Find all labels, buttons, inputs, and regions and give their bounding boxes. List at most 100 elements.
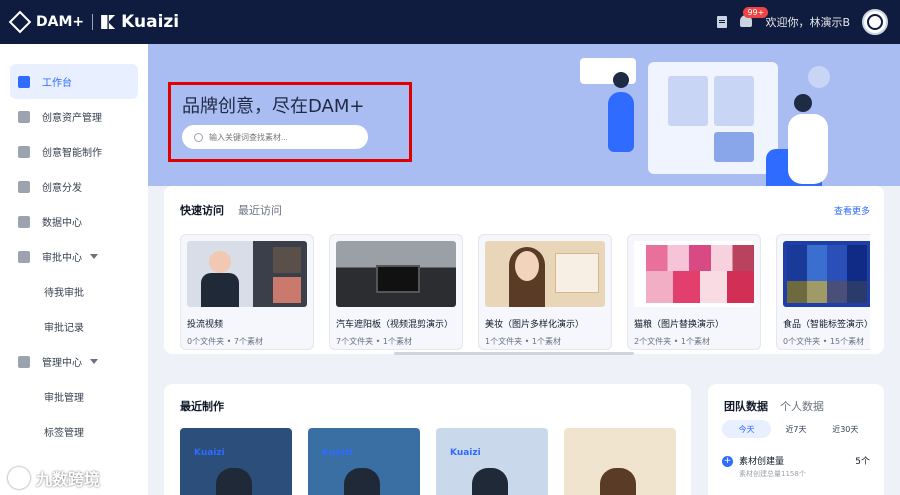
sidebar-item-approval-center[interactable]: 审批中心 (10, 239, 138, 274)
stat-value: 5个 (855, 457, 870, 467)
folder-name: 汽车遮阳板（视频混剪演示） (336, 320, 454, 330)
folder-meta: 1个文件夹 • 1个素材 (485, 337, 561, 346)
welcome-text: 欢迎你，林演示B (765, 16, 850, 29)
team-data-card: 团队数据 个人数据 今天 近7天 近30天 + 素材创建量 素材创建总量1158… (708, 384, 884, 495)
folder-meta: 0个文件夹 • 15个素材 (783, 337, 865, 346)
thumbnail-brand-text: Kuaizi (450, 448, 481, 458)
stat-name: 素材创建量 (739, 457, 785, 467)
folder-meta: 0个文件夹 • 7个素材 (187, 337, 263, 346)
stat-row: + 素材创建量 素材创建总量1158个 5个 (722, 454, 870, 479)
recent-item-thumbnail[interactable] (564, 428, 676, 495)
layers-icon (18, 110, 30, 123)
sidebar-item-admin-center[interactable]: 管理中心 (10, 344, 138, 379)
illustration-card (714, 76, 754, 126)
home-icon (18, 75, 30, 88)
sidebar-item-label: 创意分发 (42, 183, 82, 194)
bulb-icon (18, 145, 30, 158)
folder-name: 美妆（图片多样化演示） (485, 320, 585, 330)
tab-recent-visits[interactable]: 最近访问 (238, 202, 282, 218)
hero-banner: 品牌创意，尽在DAM+ (148, 44, 900, 186)
illustration-person-head (613, 72, 629, 88)
sidebar-item-label: 创意资产管理 (42, 113, 102, 124)
folder-meta: 7个文件夹 • 1个素材 (336, 337, 412, 346)
folder-card[interactable]: 汽车遮阳板（视频混剪演示） 7个文件夹 • 1个素材 (329, 234, 463, 350)
horizontal-scrollbar[interactable] (394, 352, 634, 355)
folder-card[interactable]: 投流视频 0个文件夹 • 7个素材 (180, 234, 314, 350)
recent-item-thumbnail[interactable]: Kuaizi (180, 428, 292, 495)
sidebar-item-label: 管理中心 (42, 358, 82, 369)
folder-thumbnail (634, 241, 754, 307)
folder-name: 猫粮（图片替换演示） (634, 320, 725, 330)
view-more-link[interactable]: 查看更多 (834, 204, 870, 217)
notification-badge: 99+ (743, 7, 769, 18)
illustration-person (608, 92, 634, 152)
recent-item-thumbnail[interactable]: Kuaizi (436, 428, 548, 495)
sidebar-subitem-approval-records[interactable]: 审批记录 (8, 309, 148, 344)
kuaizi-logo-icon (101, 15, 116, 29)
avatar-emblem-icon (867, 14, 883, 30)
folder-thumbnail (187, 241, 307, 307)
folder-card[interactable]: 美妆（图片多样化演示） 1个文件夹 • 1个素材 (478, 234, 612, 350)
illustration-person-head (794, 94, 812, 112)
folder-list: 投流视频 0个文件夹 • 7个素材 汽车遮阳板（视频混剪演示） 7个文件夹 • … (180, 234, 870, 354)
tab-quick-access[interactable]: 快速访问 (180, 202, 224, 218)
folder-card[interactable]: 猫粮（图片替换演示） 2个文件夹 • 1个素材 (627, 234, 761, 350)
period-today[interactable]: 今天 (722, 420, 772, 438)
plus-circle-icon: + (722, 456, 733, 467)
tab-team-data[interactable]: 团队数据 (724, 398, 768, 414)
thumbnail-brand-text: Kuaizi (194, 448, 225, 458)
brand-logo[interactable]: DAM+ Kuaizi (8, 10, 180, 34)
sidebar-item-label: 审批中心 (42, 253, 82, 264)
highlight-annotation-box (168, 82, 412, 162)
chevron-down-icon (90, 254, 98, 259)
tab-personal-data[interactable]: 个人数据 (780, 398, 824, 414)
brand-name: DAM+ (36, 14, 85, 30)
sidebar-subitem-approval-management[interactable]: 审批管理 (8, 379, 148, 414)
recent-production-card: 最近制作 Kuaizi Kuaizi Kuaizi (164, 384, 691, 495)
folder-meta: 2个文件夹 • 1个素材 (634, 337, 710, 346)
stat-subtext: 素材创建总量1158个 (739, 470, 806, 478)
illustration-folder (714, 132, 754, 162)
chevron-down-icon (90, 359, 98, 364)
folder-thumbnail (336, 241, 456, 307)
recent-item-thumbnail[interactable]: Kuaizi (308, 428, 420, 495)
folder-thumbnail (485, 241, 605, 307)
dam-logo-icon (8, 10, 32, 34)
period-30-days[interactable]: 近30天 (821, 420, 870, 438)
sidebar-item-distribution[interactable]: 创意分发 (10, 169, 138, 204)
recent-production-title: 最近制作 (180, 400, 224, 413)
sidebar-item-smart-production[interactable]: 创意智能制作 (10, 134, 138, 169)
top-navigation-bar: DAM+ Kuaizi 99+ 欢迎你，林演示B (0, 0, 900, 44)
sidebar: 工作台 创意资产管理 创意智能制作 创意分发 数据中心 审批中心 待我审批 审批… (0, 44, 148, 495)
inbox-icon (18, 215, 30, 228)
notification-bell[interactable]: 99+ (739, 7, 769, 29)
watermark-text: 九数跨境 (36, 470, 101, 489)
sidebar-subitem-pending-approval[interactable]: 待我审批 (8, 274, 148, 309)
quick-access-card: 快速访问 最近访问 查看更多 投流视频 0个文件夹 • 7个素材 汽车遮阳板（视… (164, 186, 884, 355)
user-icon (18, 355, 30, 368)
shield-icon (18, 180, 30, 193)
folder-card[interactable]: 食品（智能标签演示） 0个文件夹 • 15个素材 (776, 234, 870, 350)
sidebar-item-label: 创意智能制作 (42, 148, 102, 159)
document-icon[interactable] (717, 16, 728, 28)
watermark: 九数跨境 (8, 466, 100, 490)
illustration-person (788, 114, 828, 184)
sidebar-subitem-tag-management[interactable]: 标签管理 (8, 414, 148, 449)
approve-icon (18, 250, 30, 263)
sidebar-item-workbench[interactable]: 工作台 (10, 64, 138, 99)
period-selector: 今天 近7天 近30天 (722, 420, 870, 438)
sidebar-item-data-center[interactable]: 数据中心 (10, 204, 138, 239)
user-avatar[interactable] (862, 9, 888, 35)
thumbnail-brand-text: Kuaizi (322, 448, 353, 458)
sidebar-item-label: 数据中心 (42, 218, 82, 229)
sidebar-item-asset-management[interactable]: 创意资产管理 (10, 99, 138, 134)
folder-thumbnail (783, 241, 870, 307)
main-content: 品牌创意，尽在DAM+ 快速访问 最近访问 查看更多 投流视频 0个文件夹 • … (148, 44, 900, 495)
folder-name: 食品（智能标签演示） (783, 320, 870, 330)
sidebar-item-label: 工作台 (42, 78, 72, 89)
pie-chart-icon (808, 66, 830, 88)
period-7-days[interactable]: 近7天 (771, 420, 820, 438)
logo-divider (92, 14, 94, 30)
illustration-card (668, 76, 708, 126)
partner-name: Kuaizi (121, 12, 180, 32)
